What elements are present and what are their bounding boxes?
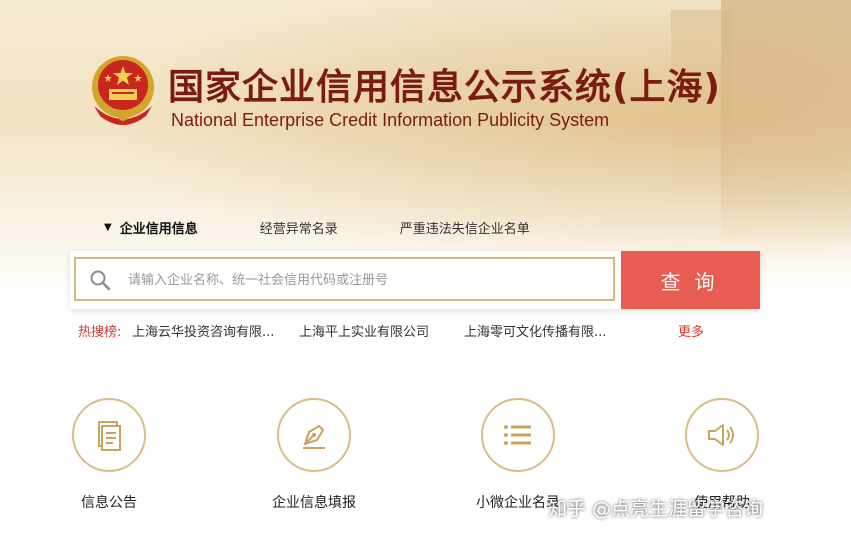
- page-subtitle: National Enterprise Credit Information P…: [171, 110, 610, 130]
- list-icon: [504, 425, 531, 445]
- hot-search-bar: 热搜榜: 上海云华投资咨询有限... 上海平上实业有限公司 上海零可文化传播有限…: [78, 321, 704, 340]
- feature-icon-circle: [685, 398, 759, 472]
- search-box: [74, 257, 615, 301]
- feature-label: 信息公告: [81, 495, 137, 511]
- national-emblem-icon: [92, 56, 154, 125]
- hot-search-label: 热搜榜:: [78, 325, 122, 340]
- search-tabs: ▼ 企业信用信息 经营异常名录 严重违法失信企业名单: [104, 218, 530, 237]
- speaker-icon: [708, 424, 734, 446]
- tab-enterprise-credit-info[interactable]: ▼ 企业信用信息: [104, 218, 198, 237]
- feature-info-announcement[interactable]: 信息公告: [44, 398, 174, 512]
- search-icon: [90, 270, 111, 291]
- caret-down-icon: ▼: [104, 222, 112, 233]
- tab-label: 经营异常名录: [259, 222, 338, 237]
- page-title: 国家企业信用信息公示系统(上海): [168, 67, 721, 108]
- search-input[interactable]: [126, 259, 610, 301]
- hot-search-item[interactable]: 上海零可文化传播有限...: [464, 321, 606, 340]
- hot-search-item[interactable]: 上海平上实业有限公司: [299, 321, 429, 340]
- search-bar: 查询: [70, 251, 760, 309]
- query-button[interactable]: 查询: [621, 251, 760, 309]
- feature-icon-circle: [481, 398, 555, 472]
- hot-search-item[interactable]: 上海云华投资咨询有限...: [132, 321, 274, 340]
- document-icon: [98, 421, 121, 451]
- feature-enterprise-info-filing[interactable]: 企业信息填报: [249, 398, 379, 512]
- pen-icon: [303, 425, 325, 449]
- tab-label: 企业信用信息: [119, 222, 198, 237]
- tab-serious-violations[interactable]: 严重违法失信企业名单: [400, 218, 530, 237]
- building-silhouette: [721, 0, 851, 250]
- feature-icon-circle: [72, 398, 146, 472]
- tab-abnormal-operations[interactable]: 经营异常名录: [260, 218, 338, 237]
- feature-icon-circle: [277, 398, 351, 472]
- tab-label: 严重违法失信企业名单: [399, 222, 530, 237]
- more-link[interactable]: 更多: [678, 321, 704, 340]
- feature-label: 企业信息填报: [272, 495, 356, 511]
- building-silhouette-secondary: [671, 10, 731, 210]
- watermark: 知乎 @点亮生涯留学咨询: [548, 498, 764, 520]
